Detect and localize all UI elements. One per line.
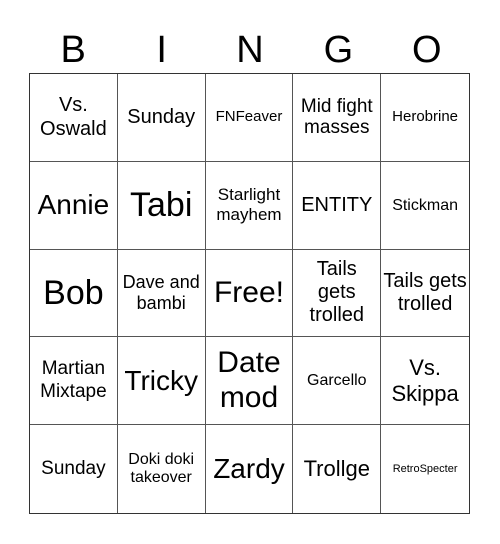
- header-letter-g: G: [323, 29, 354, 71]
- bingo-cell[interactable]: Vs. Oswald: [30, 74, 118, 162]
- bingo-cell[interactable]: FNFeaver: [205, 74, 294, 162]
- bingo-cell[interactable]: Sunday: [30, 425, 118, 513]
- bingo-cell[interactable]: Tails gets trolled: [381, 250, 469, 338]
- bingo-cell[interactable]: ENTITY: [293, 161, 382, 250]
- header-letter-i: I: [156, 29, 167, 71]
- bingo-cell[interactable]: Tails gets trolled: [293, 249, 382, 338]
- header-letter-o: O: [412, 29, 442, 71]
- bingo-cell[interactable]: Dave and bambi: [117, 249, 206, 338]
- header-letter-n: N: [236, 29, 264, 71]
- bingo-cell[interactable]: RetroSpecter: [381, 425, 469, 513]
- bingo-cell[interactable]: Vs. Skippa: [381, 337, 469, 426]
- bingo-cell[interactable]: Zardy: [206, 425, 294, 513]
- bingo-cell[interactable]: Herobrine: [381, 74, 469, 162]
- bingo-cell[interactable]: Stickman: [381, 162, 469, 250]
- bingo-card-grid: Vs. Oswald Sunday FNFeaver Mid fight mas…: [29, 73, 470, 514]
- bingo-cell[interactable]: Bob: [30, 249, 118, 338]
- bingo-cell[interactable]: Doki doki takeover: [118, 425, 206, 513]
- bingo-cell-free[interactable]: Free!: [205, 249, 294, 338]
- bingo-cell[interactable]: Tabi: [117, 161, 206, 250]
- bingo-cell[interactable]: Trollge: [293, 425, 382, 513]
- bingo-cell[interactable]: Sunday: [117, 74, 206, 162]
- bingo-cell[interactable]: Starlight mayhem: [205, 161, 294, 250]
- bingo-cell[interactable]: Date mod: [205, 337, 294, 426]
- bingo-header: B I N G O: [29, 28, 471, 73]
- bingo-cell[interactable]: Martian Mixtape: [30, 337, 118, 426]
- bingo-cell[interactable]: Tricky: [117, 337, 206, 426]
- bingo-cell[interactable]: Mid fight masses: [293, 74, 382, 162]
- header-letter-b: B: [60, 29, 86, 71]
- bingo-cell[interactable]: Annie: [30, 161, 118, 250]
- bingo-cell[interactable]: Garcello: [293, 337, 382, 426]
